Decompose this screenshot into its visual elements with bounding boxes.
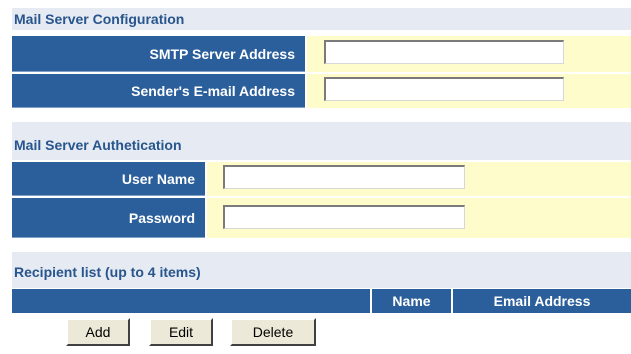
password-label: Password	[12, 198, 205, 238]
add-button[interactable]: Add	[66, 318, 130, 346]
user-name-label: User Name	[12, 162, 205, 196]
edit-button[interactable]: Edit	[149, 318, 213, 346]
password-cell	[207, 198, 631, 238]
password-input[interactable]	[223, 205, 465, 229]
delete-button[interactable]: Delete	[230, 318, 316, 346]
column-header-email-address: Email Address	[451, 289, 631, 313]
sender-email-address-cell	[307, 74, 631, 108]
smtp-server-address-label: SMTP Server Address	[12, 36, 305, 72]
mail-server-config-heading: Mail Server Configuration	[12, 8, 631, 30]
sender-email-address-label: Sender's E-mail Address	[12, 74, 305, 108]
user-name-input[interactable]	[223, 165, 465, 189]
smtp-server-address-input[interactable]	[324, 40, 564, 64]
mail-server-auth-heading: Mail Server Authetication	[12, 122, 631, 160]
mail-settings-page: Mail Server Configuration SMTP Server Ad…	[0, 0, 631, 354]
recipient-table-header: Name Email Address	[12, 289, 631, 313]
user-name-cell	[207, 162, 631, 196]
smtp-server-address-cell	[307, 36, 631, 72]
recipient-list-heading: Recipient list (up to 4 items)	[12, 252, 631, 288]
column-header-name: Name	[370, 289, 451, 313]
sender-email-address-input[interactable]	[324, 77, 564, 101]
